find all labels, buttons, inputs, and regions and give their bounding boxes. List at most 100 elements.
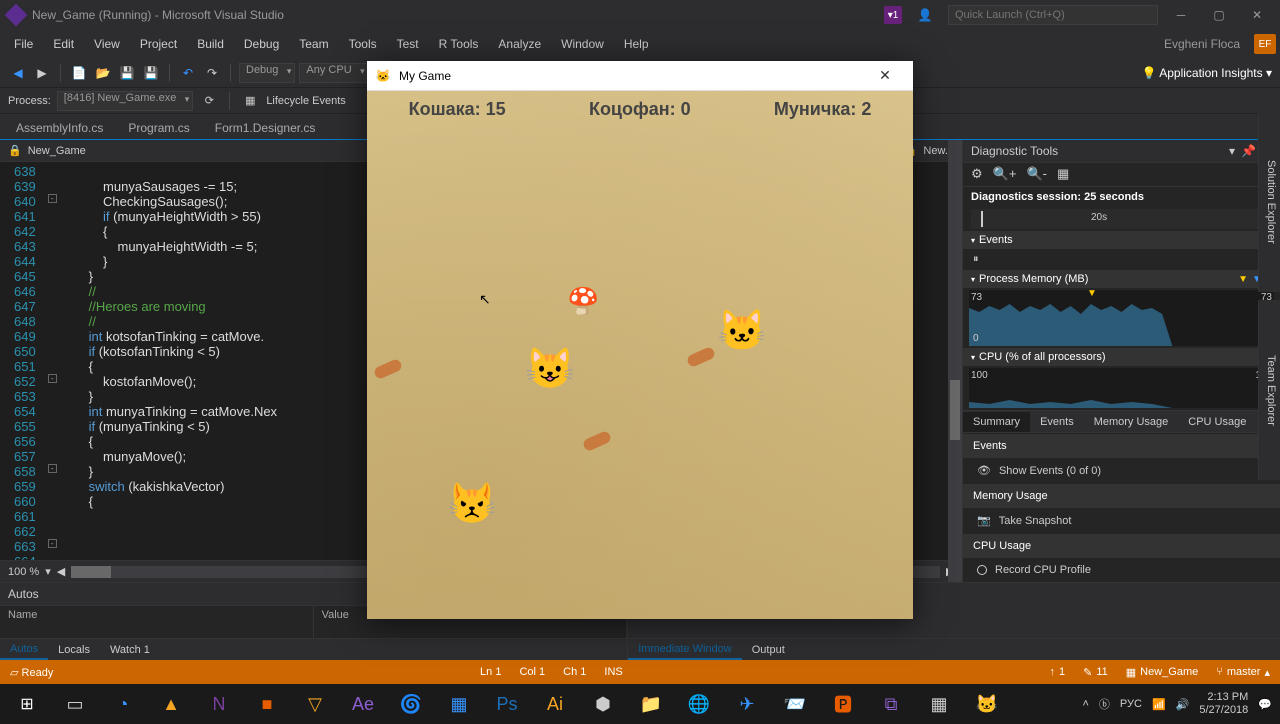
panel-pin-icon[interactable]: 📌 [1241,144,1256,158]
system-tray[interactable]: ˄ ⓑ РУС 📶 🔊 2:13 PM5/27/2018 💬 [1082,691,1276,717]
fold-toggle-icon[interactable]: - [48,464,57,473]
menu-build[interactable]: Build [187,33,234,55]
taskbar-app[interactable]: 🌀 [388,685,434,723]
game-window[interactable]: 🐱 My Game ✕ Кошака: 15 Коцофан: 0 Муничк… [367,61,913,619]
menu-analyze[interactable]: Analyze [488,33,551,55]
tab-autos[interactable]: Autos [0,640,48,660]
zoom-out-icon[interactable]: 🔍- [1026,166,1047,182]
fold-toggle-icon[interactable]: - [48,374,57,383]
taskbar-app[interactable]: Ps [484,685,530,723]
menu-window[interactable]: Window [551,33,614,55]
taskbar-vs[interactable]: ⧉ [868,685,914,723]
tray-bt-icon[interactable]: ⓑ [1099,696,1110,712]
menu-test[interactable]: Test [387,33,429,55]
menu-project[interactable]: Project [130,33,187,55]
config-combo[interactable]: Debug [239,63,295,83]
cat-grey-sprite[interactable]: 😺 [525,345,575,392]
solution-explorer-rail[interactable]: Solution Explorer [1258,112,1280,292]
status-branch[interactable]: ⑂ master ▴ [1216,666,1270,679]
zoom-level[interactable]: 100 % [8,566,39,578]
cortana-icon[interactable]: ◔ [100,685,146,723]
status-changes[interactable]: ✎ 11 [1083,666,1108,679]
diag-tab-events[interactable]: Events [1030,412,1084,432]
taskbar-app[interactable]: N [196,685,242,723]
game-close-button[interactable]: ✕ [865,62,905,90]
notification-flag-icon[interactable]: ▾1 [884,6,902,24]
save-all-icon[interactable]: 💾 [141,63,161,83]
tab-assemblyinfo[interactable]: AssemblyInfo.cs [4,116,115,139]
taskbar-game[interactable]: 🐱 [964,685,1010,723]
tray-wifi-icon[interactable]: 📶 [1152,698,1166,711]
fold-toggle-icon[interactable]: - [48,194,57,203]
gear-icon[interactable]: ⚙ [971,166,983,182]
taskbar-app[interactable]: Ai [532,685,578,723]
status-project[interactable]: ▦ New_Game [1126,666,1198,679]
menu-view[interactable]: View [84,33,130,55]
diag-events-header[interactable]: Events [979,234,1013,246]
cat-black-sprite[interactable]: 😾 [447,480,497,527]
menu-debug[interactable]: Debug [234,33,289,55]
diag-tab-summary[interactable]: Summary [963,412,1030,432]
team-explorer-rail[interactable]: Team Explorer [1258,300,1280,480]
taskbar-app[interactable]: ✈ [724,685,770,723]
taskbar-app[interactable]: ▽ [292,685,338,723]
tray-up-icon[interactable]: ˄ [1082,698,1088,710]
mushroom-sprite[interactable]: 🍄 [567,286,599,317]
menu-tools[interactable]: Tools [339,33,387,55]
taskbar-app[interactable]: ▲ [148,685,194,723]
taskbar-app[interactable]: ▦ [436,685,482,723]
process-combo[interactable]: [8416] New_Game.exe [57,91,194,111]
new-project-icon[interactable]: 📄 [69,63,89,83]
taskbar-app[interactable]: 🌐 [676,685,722,723]
game-titlebar[interactable]: 🐱 My Game ✕ [367,61,913,91]
maximize-button[interactable]: ▢ [1204,3,1234,27]
menu-file[interactable]: File [4,33,43,55]
diag-cpu-header[interactable]: CPU (% of all processors) [979,351,1106,363]
code-fold-gutter[interactable]: - - - - [46,162,60,560]
tray-volume-icon[interactable]: 🔊 [1176,698,1190,711]
sausage-sprite[interactable] [686,346,716,368]
zoom-in-icon[interactable]: 🔍+ [993,166,1017,182]
close-button[interactable]: ✕ [1242,3,1272,27]
taskbar-app[interactable]: Ae [340,685,386,723]
open-icon[interactable]: 📂 [93,63,113,83]
menu-rtools[interactable]: R Tools [429,33,489,55]
taskbar-app[interactable]: ■ [244,685,290,723]
sausage-sprite[interactable] [582,430,612,452]
menu-help[interactable]: Help [614,33,659,55]
minimize-button[interactable]: ─ [1166,3,1196,27]
taskbar-app[interactable]: 📁 [628,685,674,723]
refresh-icon[interactable]: ⟳ [199,91,219,111]
tab-locals[interactable]: Locals [48,641,100,659]
record-cpu-link[interactable]: Record CPU Profile [995,564,1091,576]
account-icon[interactable]: 👤 [910,3,940,27]
tab-output[interactable]: Output [742,641,795,659]
application-insights[interactable]: Application Insights [1159,66,1262,80]
editor-vscrollbar[interactable] [948,162,962,560]
reset-view-icon[interactable]: ▦ [1057,166,1069,182]
tab-form-designer[interactable]: Form1.Designer.cs [203,116,328,139]
taskbar-app[interactable]: ⬢ [580,685,626,723]
quick-launch-input[interactable] [948,5,1158,25]
menu-edit[interactable]: Edit [43,33,84,55]
taskbar-app[interactable]: ▦ [916,685,962,723]
tab-watch1[interactable]: Watch 1 [100,641,160,659]
tray-lang[interactable]: РУС [1120,698,1142,710]
taskview-icon[interactable]: ▭ [52,685,98,723]
cat-white-sprite[interactable]: 🐱 [717,307,767,354]
col-name[interactable]: Name [0,606,314,638]
diag-tab-cpu[interactable]: CPU Usage [1178,412,1256,432]
lifecycle-label[interactable]: Lifecycle Events [266,95,345,107]
cpu-chart[interactable]: 100100 [969,368,1274,408]
menu-team[interactable]: Team [289,33,338,55]
memory-chart[interactable]: 7373 00 ▼ [969,290,1274,346]
diag-tab-memory[interactable]: Memory Usage [1084,412,1179,432]
tab-immediate[interactable]: Immediate Window [628,640,742,660]
lifecycle-icon[interactable]: ▦ [240,91,260,111]
take-snapshot-link[interactable]: Take Snapshot [999,515,1072,527]
diag-timeline[interactable]: 20s [971,209,1272,230]
taskbar-app[interactable]: 🅿 [820,685,866,723]
diag-memory-header[interactable]: Process Memory (MB) [979,273,1088,285]
redo-icon[interactable]: ↷ [202,63,222,83]
signed-in-user[interactable]: Evgheni Floca [1156,37,1248,51]
